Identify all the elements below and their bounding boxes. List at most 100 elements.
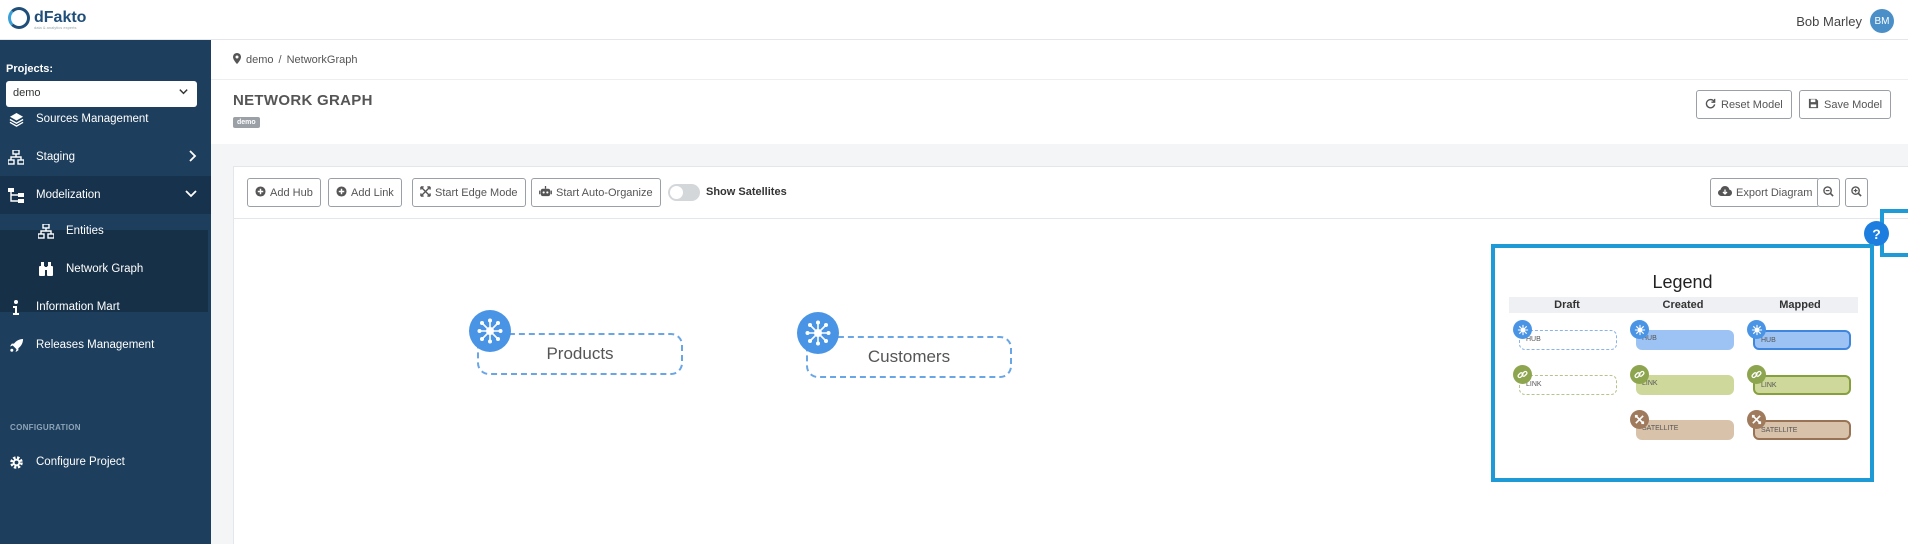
node-label: Customers bbox=[867, 347, 951, 366]
legend-title: Legend bbox=[1652, 272, 1713, 292]
hub-icon bbox=[1513, 320, 1532, 339]
legend-pill-label: HUB bbox=[1761, 337, 1776, 344]
hub-icon bbox=[1747, 320, 1766, 339]
legend-column-mapped: Mapped bbox=[1779, 299, 1821, 311]
projects-label: Projects: bbox=[6, 63, 54, 75]
zoom-in-button[interactable] bbox=[1845, 178, 1868, 207]
sidebar-item-label: Staging bbox=[36, 151, 76, 163]
show-satellites-toggle[interactable] bbox=[668, 184, 700, 201]
reset-model-label: Reset Model bbox=[1721, 98, 1783, 111]
start-auto-organize-label: Start Auto-Organize bbox=[556, 186, 653, 199]
satellite-icon bbox=[1747, 410, 1766, 429]
page-header: NETWORK GRAPH demo Reset Model Save Mode… bbox=[211, 80, 1908, 144]
hub-icon bbox=[797, 312, 839, 354]
page-title: NETWORK GRAPH bbox=[233, 92, 373, 109]
chevron-right-icon bbox=[187, 149, 197, 165]
link-icon bbox=[1747, 365, 1766, 384]
sidebar-item-modelization[interactable]: Modelization bbox=[0, 176, 211, 214]
legend-link-mapped: LINK bbox=[1753, 375, 1851, 395]
logo-mark-icon bbox=[8, 7, 30, 29]
legend-pill-label: SATELLITE bbox=[1761, 427, 1798, 434]
logo-tagline: data & analytics experts bbox=[34, 25, 77, 30]
sidebar-item-label: Modelization bbox=[36, 189, 101, 201]
rocket-icon bbox=[8, 337, 24, 353]
sidebar-item-label: Entities bbox=[66, 225, 104, 237]
sidebar: Projects: demo Sources Management Stagin… bbox=[0, 40, 211, 544]
zoom-out-icon bbox=[1823, 185, 1834, 200]
save-model-label: Save Model bbox=[1824, 98, 1883, 111]
info-icon bbox=[8, 299, 24, 315]
legend-header: Draft Created Mapped bbox=[1509, 297, 1858, 313]
sidebar-item-entities[interactable]: Entities bbox=[0, 212, 211, 250]
legend-link-created: LINK bbox=[1636, 375, 1734, 395]
satellite-icon bbox=[1630, 410, 1649, 429]
sidebar-item-label: Releases Management bbox=[36, 339, 155, 351]
binoculars-icon bbox=[38, 261, 54, 277]
arrows-icon bbox=[420, 185, 431, 200]
sidebar-item-label: Network Graph bbox=[66, 263, 144, 275]
legend-hub-draft: HUB bbox=[1519, 330, 1617, 350]
save-model-button[interactable]: Save Model bbox=[1799, 90, 1892, 119]
section-label-configuration: CONFIGURATION bbox=[10, 423, 81, 432]
breadcrumb-bar: demo / NetworkGraph bbox=[211, 40, 1908, 80]
link-icon bbox=[1513, 365, 1532, 384]
chevron-down-icon bbox=[185, 188, 197, 202]
hub-icon bbox=[469, 310, 511, 352]
help-button[interactable]: ? bbox=[1864, 221, 1889, 246]
breadcrumb-separator: / bbox=[278, 54, 282, 66]
robot-icon bbox=[539, 185, 552, 200]
sidebar-item-configure-project[interactable]: Configure Project bbox=[0, 443, 211, 481]
add-link-button[interactable]: Add Link bbox=[328, 178, 402, 207]
sidebar-item-staging[interactable]: Staging bbox=[0, 138, 211, 176]
gear-icon bbox=[8, 454, 24, 470]
legend-column-draft: Draft bbox=[1554, 299, 1580, 311]
legend-column-created: Created bbox=[1662, 299, 1704, 311]
sitemap-icon bbox=[38, 223, 54, 239]
user-menu[interactable]: Bob Marley BM bbox=[1796, 9, 1894, 33]
node-label: Products bbox=[546, 344, 614, 363]
sidebar-item-information-mart[interactable]: Information Mart bbox=[0, 288, 211, 326]
zoom-out-button[interactable] bbox=[1817, 178, 1840, 207]
project-badge: demo bbox=[233, 117, 260, 128]
top-bar: dFakto data & analytics experts Bob Marl… bbox=[0, 0, 1908, 40]
show-satellites-label: Show Satellites bbox=[706, 186, 787, 198]
zoom-in-icon bbox=[1851, 185, 1862, 200]
plus-circle-icon bbox=[336, 185, 347, 200]
sidebar-item-sources-management[interactable]: Sources Management bbox=[0, 100, 211, 138]
cloud-download-icon bbox=[1718, 185, 1732, 200]
legend-satellite-mapped: SATELLITE bbox=[1753, 420, 1851, 440]
hierarchy-icon bbox=[8, 187, 24, 203]
start-edge-mode-label: Start Edge Mode bbox=[435, 186, 518, 199]
sidebar-item-label: Sources Management bbox=[36, 113, 149, 125]
export-diagram-button[interactable]: Export Diagram bbox=[1710, 178, 1821, 207]
link-icon bbox=[1630, 365, 1649, 384]
sidebar-item-label: Configure Project bbox=[36, 456, 125, 468]
toggle-knob bbox=[670, 186, 683, 199]
graph-toolbar: Add Hub Add Link Start Edge Mode Start A… bbox=[234, 167, 1908, 219]
avatar[interactable]: BM bbox=[1870, 9, 1894, 33]
layers-icon bbox=[8, 111, 24, 127]
start-edge-mode-button[interactable]: Start Edge Mode bbox=[412, 178, 526, 207]
add-hub-button[interactable]: Add Hub bbox=[247, 178, 321, 207]
user-name: Bob Marley bbox=[1796, 13, 1862, 29]
sidebar-item-label: Information Mart bbox=[36, 301, 120, 313]
legend-link-draft: LINK bbox=[1519, 375, 1617, 395]
logo[interactable]: dFakto data & analytics experts bbox=[8, 7, 86, 30]
breadcrumb-project[interactable]: demo bbox=[246, 54, 274, 66]
export-diagram-label: Export Diagram bbox=[1736, 186, 1813, 199]
node-box: Customers bbox=[806, 336, 1012, 378]
plus-circle-icon bbox=[255, 185, 266, 200]
breadcrumb-page: NetworkGraph bbox=[286, 54, 358, 66]
chevron-down-icon bbox=[178, 86, 189, 100]
sidebar-item-releases-management[interactable]: Releases Management bbox=[0, 326, 211, 364]
legend-pill-label: LINK bbox=[1526, 381, 1542, 388]
legend-pill-label: SATELLITE bbox=[1642, 425, 1679, 432]
legend: Legend Draft Created Mapped HUB HUB HUB … bbox=[1491, 244, 1874, 482]
reset-model-button[interactable]: Reset Model bbox=[1696, 90, 1792, 119]
start-auto-organize-button[interactable]: Start Auto-Organize bbox=[531, 178, 661, 207]
sitemap-icon bbox=[8, 149, 24, 165]
sidebar-item-network-graph[interactable]: Network Graph bbox=[0, 250, 211, 288]
legend-pill-label: LINK bbox=[1761, 382, 1777, 389]
breadcrumb: demo / NetworkGraph bbox=[233, 53, 358, 67]
refresh-icon bbox=[1705, 98, 1716, 112]
